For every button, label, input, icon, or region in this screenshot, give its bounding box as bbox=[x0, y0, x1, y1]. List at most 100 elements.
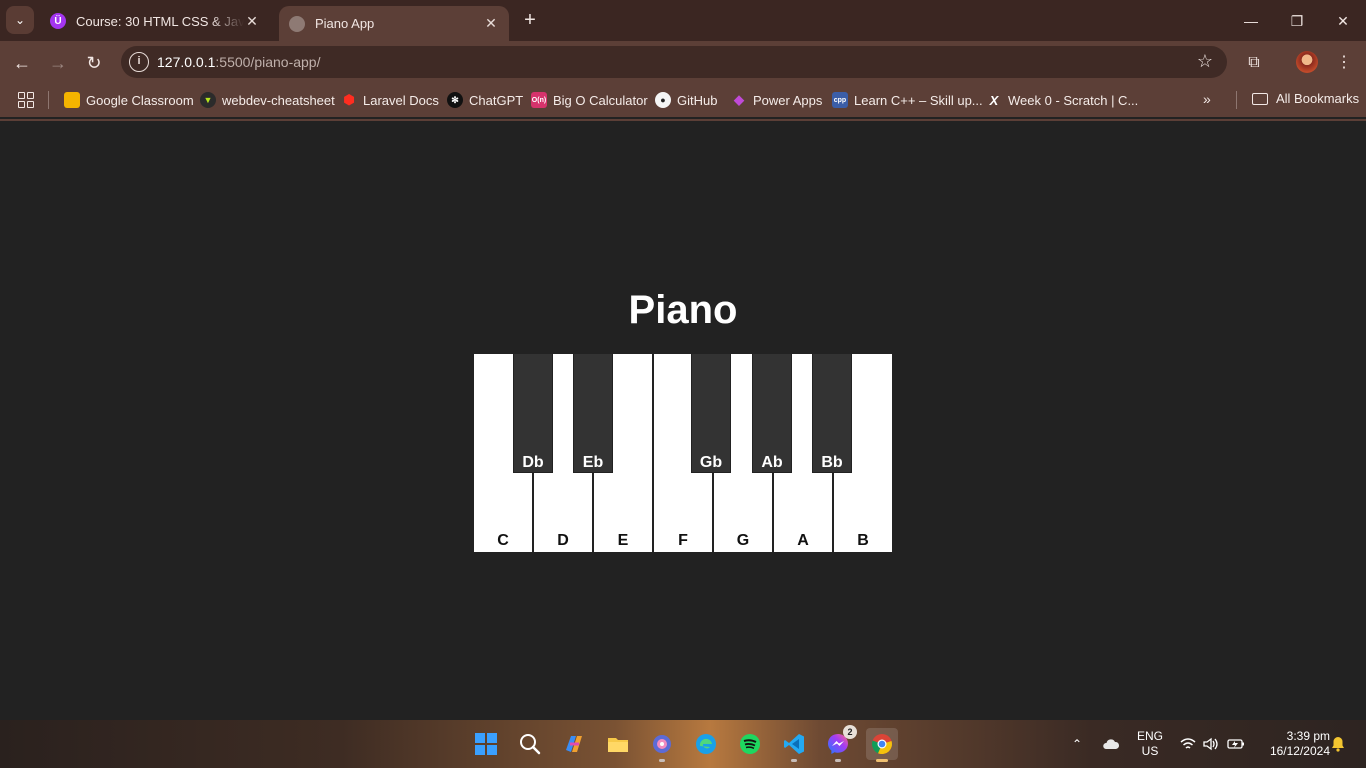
piano-key-ab[interactable]: Ab bbox=[752, 353, 792, 473]
forward-button[interactable]: → bbox=[44, 49, 72, 77]
webdev-icon: ▼ bbox=[200, 92, 216, 108]
minimize-button[interactable]: — bbox=[1228, 8, 1274, 34]
bookmark-label: webdev-cheatsheet bbox=[222, 92, 335, 108]
chrome-button[interactable] bbox=[866, 728, 898, 762]
piano-key-bb[interactable]: Bb bbox=[812, 353, 852, 473]
close-icon[interactable]: ✕ bbox=[244, 13, 260, 30]
plus-icon: + bbox=[524, 9, 536, 31]
tab-piano-app[interactable]: Piano App ✕ bbox=[279, 6, 509, 41]
file-explorer-button[interactable] bbox=[602, 728, 634, 760]
piano-key-db[interactable]: Db bbox=[513, 353, 553, 473]
search-icon bbox=[520, 734, 541, 755]
bookmark-chatgpt[interactable]: ✻ ChatGPT bbox=[447, 90, 523, 110]
apps-grid-icon[interactable] bbox=[18, 92, 34, 108]
key-label: F bbox=[678, 532, 688, 549]
address-bar[interactable]: i 127.0.0.1:5500/piano-app/ ☆ bbox=[121, 46, 1227, 78]
close-window-button[interactable]: ✕ bbox=[1320, 8, 1366, 34]
divider bbox=[0, 119, 1366, 121]
back-button[interactable]: ← bbox=[8, 49, 36, 77]
arrow-left-icon: ← bbox=[13, 53, 31, 73]
classroom-icon bbox=[64, 92, 80, 108]
key-label: Bb bbox=[821, 454, 843, 471]
page-title: Piano bbox=[628, 288, 738, 332]
bookmark-big-o-calculator[interactable]: O(n) Big O Calculator bbox=[531, 90, 648, 110]
key-label: C bbox=[497, 532, 509, 549]
tab-strip: ⌄ Ü Course: 30 HTML CSS & JavaScript ✕ P… bbox=[0, 0, 1366, 41]
bookmark-star-icon[interactable]: ☆ bbox=[1197, 51, 1213, 72]
more-bookmarks-icon[interactable]: » bbox=[1203, 91, 1211, 107]
bell-icon bbox=[1332, 737, 1344, 752]
key-label: Gb bbox=[699, 454, 723, 471]
restore-icon: ❐ bbox=[1290, 13, 1304, 29]
key-label: A bbox=[797, 532, 809, 549]
bookmark-label: GitHub bbox=[677, 92, 718, 108]
close-icon: ✕ bbox=[1337, 13, 1349, 29]
reload-icon: ↻ bbox=[86, 53, 102, 73]
onedrive-button[interactable] bbox=[1102, 720, 1120, 768]
bookmark-label: Big O Calculator bbox=[553, 92, 648, 108]
bookmark-webdev-cheatsheet[interactable]: ▼ webdev-cheatsheet bbox=[200, 90, 335, 110]
x-icon: X bbox=[989, 92, 999, 108]
bookmark-label: Laravel Docs bbox=[363, 92, 439, 108]
all-bookmarks-button[interactable]: All Bookmarks bbox=[1252, 91, 1359, 106]
bookmark-google-classroom[interactable]: Google Classroom bbox=[64, 90, 194, 110]
site-info-icon[interactable]: i bbox=[129, 52, 149, 72]
language-code: ENG bbox=[1136, 729, 1163, 743]
notifications-button[interactable] bbox=[1331, 720, 1345, 768]
key-label: E bbox=[617, 532, 629, 549]
volume-icon[interactable] bbox=[1203, 720, 1219, 768]
bookmark-label: Learn C++ – Skill up... bbox=[854, 92, 983, 108]
show-hidden-icons-button[interactable]: ⌃ bbox=[1072, 720, 1082, 768]
bookmark-power-apps[interactable]: ◆ Power Apps bbox=[731, 90, 822, 110]
bookmark-github[interactable]: ● GitHub bbox=[655, 90, 717, 110]
wifi-icon[interactable] bbox=[1180, 720, 1196, 768]
start-button[interactable] bbox=[470, 728, 502, 760]
profile-avatar[interactable] bbox=[1296, 51, 1318, 73]
piano-key-eb[interactable]: Eb bbox=[573, 353, 613, 473]
close-icon[interactable]: ✕ bbox=[483, 15, 499, 32]
udemy-icon: Ü bbox=[50, 13, 66, 29]
piano-key-gb[interactable]: Gb bbox=[691, 353, 731, 473]
vscode-button[interactable] bbox=[778, 728, 810, 762]
copilot-button[interactable] bbox=[558, 728, 590, 760]
bookmark-week-0-scratch[interactable]: X Week 0 - Scratch | C... bbox=[986, 90, 1139, 110]
language-indicator[interactable]: ENG US bbox=[1136, 729, 1164, 759]
arrow-right-icon: → bbox=[49, 53, 67, 73]
reload-button[interactable]: ↻ bbox=[80, 49, 108, 77]
menu-kebab-icon[interactable]: ⋮ bbox=[1331, 50, 1357, 76]
windows-logo-icon bbox=[475, 733, 497, 755]
laravel-icon: ⬢ bbox=[343, 92, 355, 107]
copilot-icon bbox=[566, 736, 582, 752]
url-text[interactable]: 127.0.0.1:5500/piano-app/ bbox=[157, 54, 320, 70]
clock-date: 16/12/2024 bbox=[1269, 744, 1330, 758]
url-path: :5500/piano-app/ bbox=[215, 54, 321, 70]
battery-icon[interactable] bbox=[1227, 720, 1245, 768]
bookmark-label: ChatGPT bbox=[469, 92, 524, 108]
spotify-button[interactable] bbox=[734, 728, 766, 760]
browser-toolbar: ← → ↻ i 127.0.0.1:5500/piano-app/ ☆ ⧉ ⋮ bbox=[0, 41, 1366, 83]
running-indicator bbox=[876, 759, 888, 762]
globe-icon bbox=[289, 15, 305, 32]
key-label: B bbox=[857, 532, 869, 549]
bookmark-learn-cpp[interactable]: cpp Learn C++ – Skill up... bbox=[832, 90, 983, 110]
notification-badge: 2 bbox=[843, 725, 857, 739]
messenger-button[interactable]: 2 bbox=[822, 725, 857, 762]
restore-button[interactable]: ❐ bbox=[1274, 8, 1320, 34]
bookmarks-bar: Google Classroom ▼ webdev-cheatsheet ⬢ L… bbox=[0, 83, 1366, 117]
tab-course[interactable]: Ü Course: 30 HTML CSS & JavaScript ✕ bbox=[40, 6, 270, 36]
windows-taskbar: 2 ⌃ ENG US 3:39 pm 16/12/2024 bbox=[0, 720, 1366, 768]
photos-button[interactable] bbox=[646, 728, 678, 762]
search-button[interactable] bbox=[514, 728, 546, 760]
extensions-icon[interactable]: ⧉ bbox=[1241, 50, 1267, 76]
clock[interactable]: 3:39 pm 16/12/2024 bbox=[1254, 729, 1330, 759]
key-label: D bbox=[557, 532, 569, 549]
edge-button[interactable] bbox=[690, 728, 722, 760]
running-indicator bbox=[791, 759, 797, 762]
tab-search-button[interactable]: ⌄ bbox=[6, 6, 34, 34]
vscode-icon bbox=[784, 734, 804, 754]
powerapps-icon: ◆ bbox=[734, 92, 744, 107]
edge-icon bbox=[696, 734, 716, 754]
folder-icon bbox=[1252, 92, 1268, 105]
bookmark-laravel-docs[interactable]: ⬢ Laravel Docs bbox=[341, 90, 439, 110]
new-tab-button[interactable]: + bbox=[518, 9, 542, 33]
